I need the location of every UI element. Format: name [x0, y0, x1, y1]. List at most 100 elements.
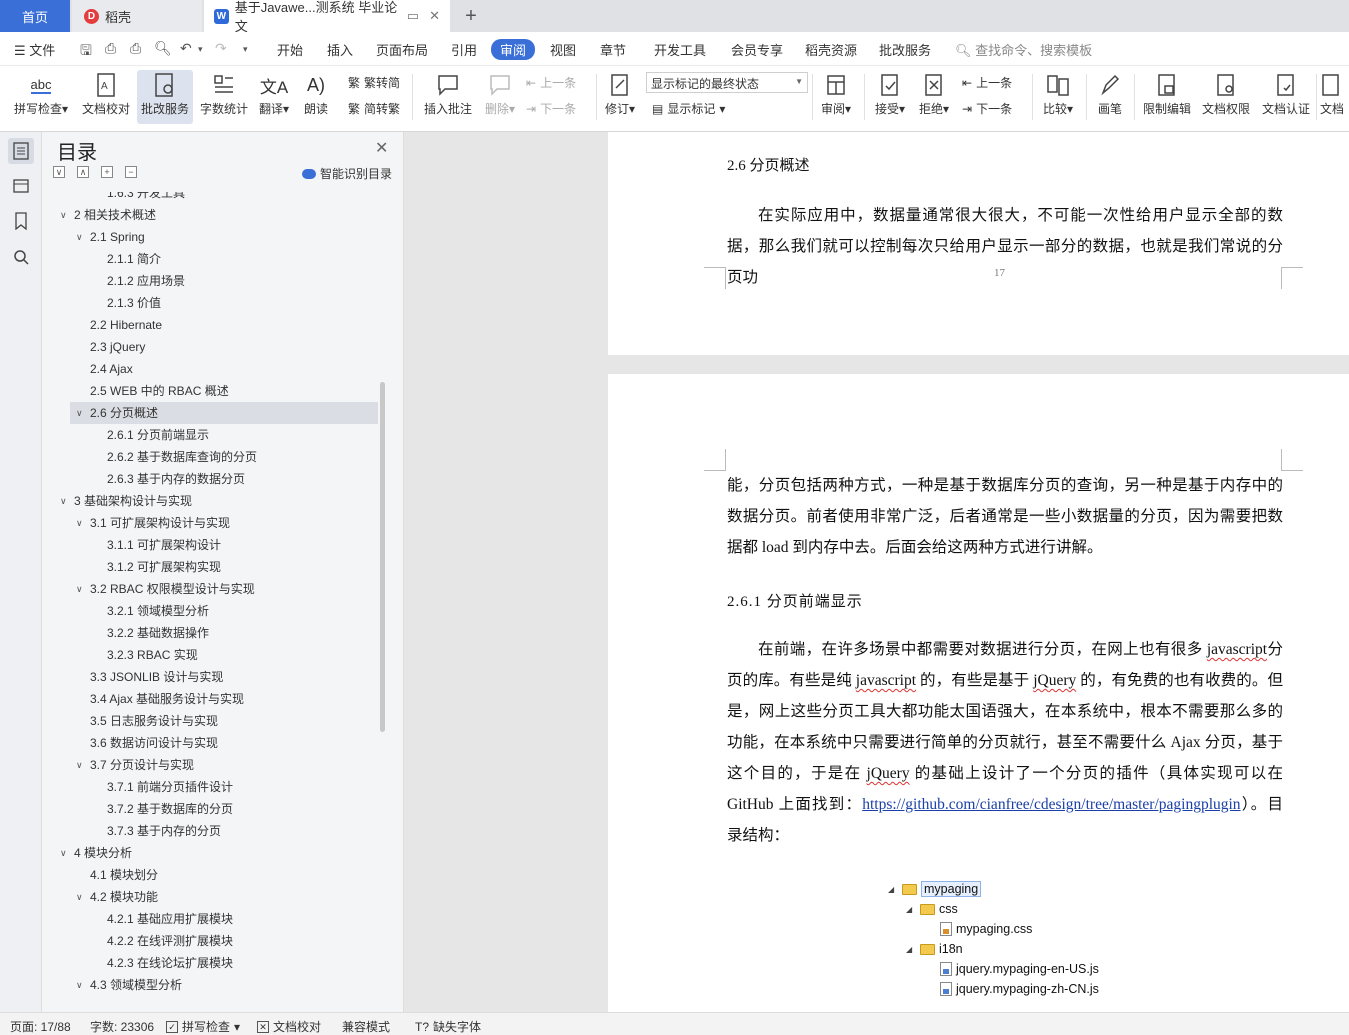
toc-scrollbar[interactable]: [380, 382, 385, 732]
expand-all-icon[interactable]: ∧: [77, 166, 89, 178]
menu-member[interactable]: 会员专享: [731, 40, 783, 59]
tab-document[interactable]: W 基于Javawe...测系统 毕业论文 ▭ ✕: [204, 0, 450, 34]
review-pane-button[interactable]: 审阅▾: [816, 70, 856, 124]
chevron-down-icon[interactable]: ∨: [60, 204, 74, 226]
toc-item[interactable]: 4.2.2 在线评测扩展模块: [107, 930, 233, 952]
chevron-down-icon[interactable]: ∨: [60, 490, 74, 512]
simp-to-trad-button[interactable]: 繁简转繁: [348, 100, 400, 117]
toc-item[interactable]: ∨ 3.7 分页设计与实现: [76, 754, 194, 776]
compare-button[interactable]: 比较▾: [1038, 70, 1078, 124]
print-preview-icon[interactable]: 🔍︎: [154, 40, 172, 57]
toc-item[interactable]: 2.6.3 基于内存的数据分页: [107, 468, 245, 490]
toc-item[interactable]: 3.2.1 领域模型分析: [107, 600, 209, 622]
reject-change-button[interactable]: 拒绝▾: [914, 70, 954, 124]
word-count-indicator[interactable]: 字数: 23306: [90, 1018, 154, 1035]
toc-item[interactable]: ∨ 3.1 可扩展架构设计与实现: [76, 512, 230, 534]
file-menu[interactable]: ☰ 文件: [14, 40, 55, 59]
prev-comment-button[interactable]: ⇤ 上一条: [526, 74, 576, 91]
toc-item[interactable]: 4.1 模块划分: [76, 864, 158, 886]
expand-level-icon[interactable]: +: [101, 166, 113, 178]
chevron-down-icon[interactable]: ∨: [76, 974, 90, 996]
track-changes-button[interactable]: 修订▾: [600, 70, 640, 124]
toc-item[interactable]: 3.2.2 基础数据操作: [107, 622, 209, 644]
collapse-all-icon[interactable]: ∨: [53, 166, 65, 178]
menu-view[interactable]: 视图: [550, 40, 576, 59]
find-toggle[interactable]: [8, 244, 34, 270]
pen-button[interactable]: 画笔: [1092, 70, 1128, 124]
menu-reference[interactable]: 引用: [451, 40, 477, 59]
toc-item[interactable]: 3.1.1 可扩展架构设计: [107, 534, 221, 556]
toc-item[interactable]: 4.2.3 在线论坛扩展模块: [107, 952, 233, 974]
toc-item[interactable]: 2.3 jQuery: [76, 336, 145, 358]
show-markup-button[interactable]: ▤ 显示标记 ▾: [652, 100, 725, 117]
menu-insert[interactable]: 插入: [327, 40, 353, 59]
status-spell-check[interactable]: ✓ 拼写检查 ▾: [166, 1018, 240, 1035]
toc-item[interactable]: 2.4 Ajax: [76, 358, 133, 380]
spell-check-button[interactable]: abc 拼写检查▾: [10, 70, 72, 124]
menu-developer[interactable]: 开发工具: [654, 40, 706, 59]
toc-item[interactable]: 2.6.2 基于数据库查询的分页: [107, 446, 257, 468]
close-tab-icon[interactable]: ✕: [429, 8, 440, 24]
toc-item[interactable]: ∨ 4.2 模块功能: [76, 886, 158, 908]
tab-daoke[interactable]: D 稻壳: [72, 0, 202, 32]
toc-item[interactable]: 2.6.1 分页前端显示: [107, 424, 209, 446]
batch-service-button[interactable]: 批改服务: [137, 70, 193, 124]
toc-item[interactable]: ∨ 2.1 Spring: [76, 226, 145, 248]
markup-state-select[interactable]: 显示标记的最终状态 ▼: [646, 72, 808, 93]
toc-item[interactable]: 3.7.1 前端分页插件设计: [107, 776, 233, 798]
translate-button[interactable]: 文A 翻译▾: [256, 70, 292, 124]
chevron-down-icon[interactable]: ∨: [76, 512, 90, 534]
menu-start[interactable]: 开始: [277, 40, 303, 59]
menu-correction-service[interactable]: 批改服务: [879, 40, 931, 59]
toc-item[interactable]: 3.3 JSONLIB 设计与实现: [76, 666, 223, 688]
print-icon[interactable]: ⎙: [130, 40, 141, 57]
page-indicator[interactable]: 页面: 17/88: [10, 1018, 71, 1035]
read-aloud-button[interactable]: A) 朗读: [300, 70, 332, 124]
toc-item[interactable]: ∨ 3.2 RBAC 权限模型设计与实现: [76, 578, 255, 600]
missing-font-button[interactable]: T? 缺失字体: [415, 1018, 481, 1035]
toc-item[interactable]: ∨ 2 相关技术概述: [60, 204, 156, 226]
toc-item[interactable]: 4.2.1 基础应用扩展模块: [107, 908, 233, 930]
chevron-down-icon[interactable]: ∨: [60, 842, 74, 864]
github-link[interactable]: https://github.com/cianfree/cdesign/tree…: [862, 796, 1240, 813]
word-count-button[interactable]: 字数统计: [198, 70, 250, 124]
menu-review[interactable]: 审阅: [491, 39, 536, 60]
float-window-icon[interactable]: ▭: [407, 8, 419, 24]
bookmark-toggle[interactable]: [8, 208, 34, 234]
close-icon[interactable]: ✕: [375, 138, 388, 158]
smart-toc-button[interactable]: 智能识别目录: [302, 165, 392, 182]
toc-item[interactable]: ∨ 4 模块分析: [60, 842, 132, 864]
status-proofread[interactable]: ✕ 文档校对: [257, 1018, 321, 1035]
accept-change-button[interactable]: 接受▾: [870, 70, 910, 124]
toc-item[interactable]: 2.2 Hibernate: [76, 314, 162, 336]
undo-icon[interactable]: ↶: [180, 40, 192, 57]
toc-item[interactable]: 2.5 WEB 中的 RBAC 概述: [76, 380, 229, 402]
chevron-down-icon[interactable]: ∨: [76, 886, 90, 908]
toc-item[interactable]: 2.1.1 简介: [107, 248, 161, 270]
chevron-down-icon[interactable]: ∨: [76, 402, 90, 424]
spell-error-word[interactable]: javascript: [856, 672, 916, 689]
toc-item[interactable]: ∨ 4.3 领域模型分析: [76, 974, 182, 996]
toc-item[interactable]: 3.5 日志服务设计与实现: [76, 710, 218, 732]
chevron-down-icon[interactable]: ∨: [76, 226, 90, 248]
menu-chapter[interactable]: 章节: [600, 40, 626, 59]
spell-error-word[interactable]: jQuery: [867, 765, 910, 782]
chevron-down-icon[interactable]: ∨: [76, 754, 90, 776]
undo-dropdown-icon[interactable]: ▾: [198, 44, 203, 55]
proofread-button[interactable]: A 文档校对: [80, 70, 132, 124]
spell-error-word[interactable]: jQuery: [1033, 672, 1076, 689]
prev-change-button[interactable]: ⇤ 上一条: [962, 74, 1012, 91]
toc-item[interactable]: ∨ 3 基础架构设计与实现: [60, 490, 192, 512]
document-permission-button[interactable]: 文档权限: [1198, 70, 1254, 124]
restrict-editing-button[interactable]: 限制编辑: [1140, 70, 1194, 124]
collapse-level-icon[interactable]: −: [125, 166, 137, 178]
toc-item[interactable]: 3.7.3 基于内存的分页: [107, 820, 221, 842]
toc-item[interactable]: 3.7.2 基于数据库的分页: [107, 798, 233, 820]
new-tab-button[interactable]: +: [458, 0, 484, 32]
spell-error-word[interactable]: javascript: [1207, 641, 1267, 658]
toc-item[interactable]: 2.1.3 价值: [107, 292, 161, 314]
toc-panel-toggle[interactable]: [8, 138, 34, 164]
toc-item[interactable]: 3.6 数据访问设计与实现: [76, 732, 218, 754]
toc-item[interactable]: 3.4 Ajax 基础服务设计与实现: [76, 688, 244, 710]
quick-access-more-icon[interactable]: ▾: [243, 44, 248, 55]
